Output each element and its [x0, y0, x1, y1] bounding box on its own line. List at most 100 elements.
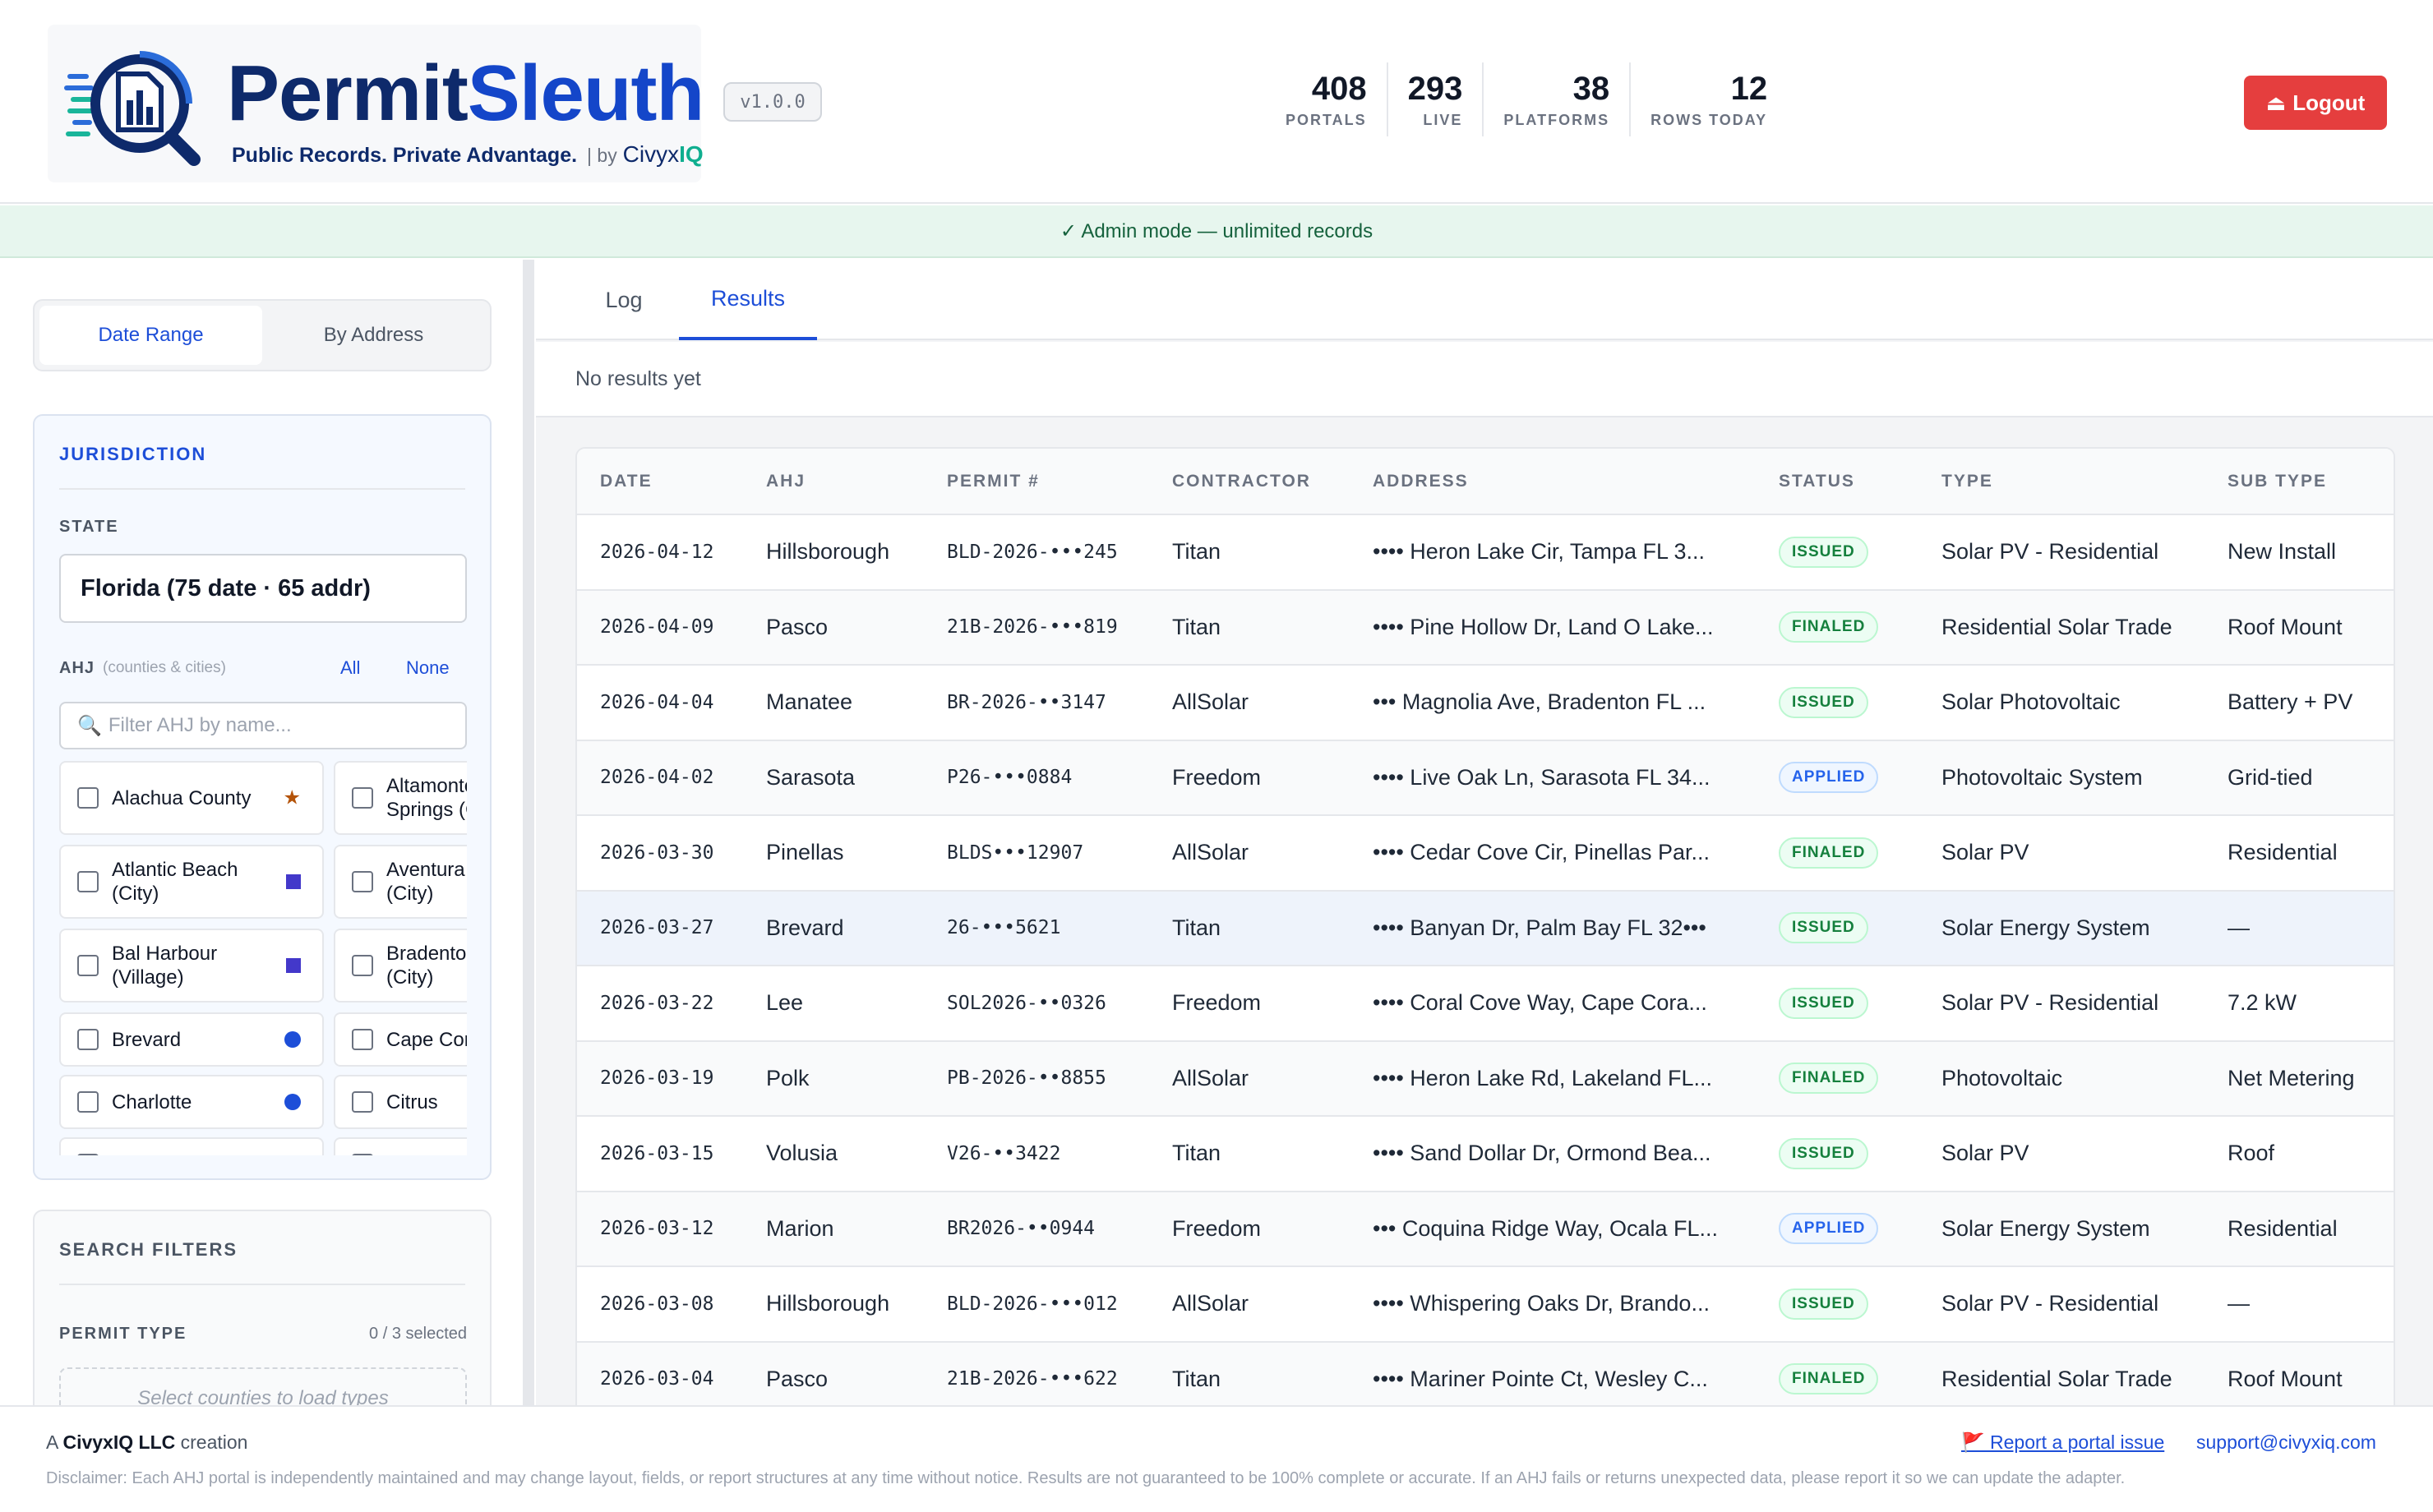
cell-status: FINALED [1756, 1040, 1918, 1117]
logout-button[interactable]: ⏏ Logout [2244, 76, 2387, 130]
col-type[interactable]: TYPE [1918, 449, 2204, 515]
tab-date-range[interactable]: Date Range [39, 306, 262, 365]
ahj-item-alachua-county[interactable]: Alachua County ★ [59, 761, 324, 835]
col-contractor[interactable]: CONTRACTOR [1149, 449, 1350, 515]
ahj-header: AHJ (counties & cities) All None [59, 656, 467, 680]
checkbox[interactable] [352, 787, 373, 809]
cell-date: 2026-04-02 [577, 740, 743, 816]
select-none-link[interactable]: None [406, 657, 450, 679]
cell-permit: V26-••3422 [924, 1116, 1149, 1192]
cell-address: •••• Live Oak Ln, Sarasota FL 34... [1350, 740, 1756, 816]
ahj-item-partial[interactable] [59, 1137, 324, 1155]
cell-date: 2026-04-12 [577, 514, 743, 591]
checkbox[interactable] [77, 1029, 99, 1050]
stat-label: PORTALS [1286, 111, 1367, 128]
footer-prefix: A [46, 1431, 58, 1453]
table-row[interactable]: 2026-04-09 Pasco 21B-2026-•••819 Titan •••• … [577, 589, 2394, 666]
col-subtype[interactable]: SUB TYPE [2204, 449, 2394, 515]
tab-results[interactable]: Results [679, 260, 817, 340]
search-filters-title: SEARCH FILTERS [59, 1239, 238, 1260]
checkbox[interactable] [77, 1091, 99, 1113]
table-row[interactable]: 2026-03-19 Polk PB-2026-••8855 AllSolar ••••… [577, 1040, 2394, 1117]
cell-permit: BLDS•••12907 [924, 815, 1149, 892]
report-issue-link[interactable]: 🚩 Report a portal issue [1961, 1431, 2164, 1454]
table-row[interactable]: 2026-03-08 Hillsborough BLD-2026-•••012 All… [577, 1266, 2394, 1343]
cell-date: 2026-03-12 [577, 1191, 743, 1267]
panel-splitter[interactable] [523, 260, 534, 1405]
tab-by-address[interactable]: By Address [262, 306, 485, 365]
ahj-name: Brevard [112, 1028, 182, 1051]
ahj-name: Bradenton (City) [386, 943, 467, 989]
ahj-item-partial[interactable] [334, 1137, 467, 1155]
ahj-item-bal-harbour[interactable]: Bal Harbour (Village) [59, 929, 324, 1003]
ahj-item-bradenton[interactable]: Bradenton (City) [334, 929, 467, 1003]
cell-permit: BLD-2026-•••245 [924, 514, 1149, 591]
table-row[interactable]: 2026-03-30 Pinellas BLDS•••12907 AllSolar ••… [577, 815, 2394, 892]
table-row[interactable]: 2026-04-04 Manatee BR-2026-••3147 AllSolar •… [577, 665, 2394, 741]
results-tabs: Log Results [536, 260, 2433, 340]
tab-log[interactable]: Log [577, 260, 671, 340]
state-select[interactable]: Florida (75 date · 65 addr) [59, 554, 467, 623]
checkbox[interactable] [352, 1091, 373, 1113]
brand-logo[interactable]: PermitSleuth Public Records. Private Adv… [48, 25, 704, 182]
col-date[interactable]: DATE [577, 449, 743, 515]
cell-ahj: Pasco [743, 589, 924, 666]
table-row[interactable]: 2026-03-22 Lee SOL2026-••0326 Freedom •••• C… [577, 966, 2394, 1042]
ahj-item-charlotte[interactable]: Charlotte [59, 1075, 324, 1129]
col-permit[interactable]: PERMIT # [924, 449, 1149, 515]
ahj-filter-input[interactable]: 🔍 Filter AHJ by name... [59, 702, 467, 749]
col-address[interactable]: ADDRESS [1350, 449, 1756, 515]
ahj-item-cape-coral[interactable]: Cape Coral (City) [334, 1012, 467, 1067]
divider [59, 488, 465, 490]
cell-status: ISSUED [1756, 966, 1918, 1042]
cell-status: FINALED [1756, 1341, 1918, 1405]
stat-label: ROWS TODAY [1650, 111, 1768, 128]
table-row[interactable]: 2026-03-15 Volusia V26-••3422 Titan •••• San… [577, 1116, 2394, 1192]
checkbox[interactable] [77, 1154, 99, 1155]
stat-value: 293 [1407, 70, 1463, 107]
cell-status: ISSUED [1756, 1116, 1918, 1192]
cell-ahj: Volusia [743, 1116, 924, 1192]
ahj-list[interactable]: Alachua County ★ Altamonte Springs (City… [59, 761, 467, 1155]
table-row[interactable]: 2026-03-04 Pasco 21B-2026-•••622 Titan •••• … [577, 1341, 2394, 1405]
cell-ahj: Sarasota [743, 740, 924, 816]
support-email-link[interactable]: support@civyxiq.com [2196, 1431, 2376, 1454]
search-filters-card: SEARCH FILTERS PERMIT TYPE 0 / 3 selecte… [33, 1210, 492, 1405]
cell-address: •••• Heron Lake Rd, Lakeland FL... [1350, 1040, 1756, 1117]
checkbox[interactable] [352, 955, 373, 976]
table-row[interactable]: 2026-03-27 Brevard 26-•••5621 Titan •••• Ban… [577, 890, 2394, 966]
col-ahj[interactable]: AHJ [743, 449, 924, 515]
ahj-item-brevard[interactable]: Brevard [59, 1012, 324, 1067]
table-row[interactable]: 2026-03-12 Marion BR2026-••0944 Freedom ••• … [577, 1191, 2394, 1267]
ahj-sublabel: (counties & cities) [103, 659, 226, 676]
app-header: PermitSleuth Public Records. Private Adv… [0, 0, 2433, 204]
cell-address: •••• Sand Dollar Dr, Ormond Bea... [1350, 1116, 1756, 1192]
cell-status: ISSUED [1756, 665, 1918, 741]
cell-contractor: Freedom [1149, 1191, 1350, 1267]
cell-type: Solar PV - Residential [1918, 966, 2204, 1042]
ahj-item-aventura[interactable]: Aventura (City) [334, 845, 467, 919]
table-row[interactable]: 2026-04-02 Sarasota P26-•••0884 Freedom ••••… [577, 740, 2394, 816]
checkbox[interactable] [77, 955, 99, 976]
cell-permit: BR-2026-••3147 [924, 665, 1149, 741]
select-all-link[interactable]: All [340, 657, 360, 679]
cell-ahj: Hillsborough [743, 514, 924, 591]
ahj-item-altamonte-springs[interactable]: Altamonte Springs (City) [334, 761, 467, 835]
cell-permit: BR2026-••0944 [924, 1191, 1149, 1267]
checkbox[interactable] [352, 871, 373, 892]
ahj-item-atlantic-beach[interactable]: Atlantic Beach (City) [59, 845, 324, 919]
checkbox[interactable] [77, 787, 99, 809]
state-label: STATE [59, 518, 119, 536]
checkbox[interactable] [77, 871, 99, 892]
cell-ahj: Pinellas [743, 815, 924, 892]
left-sidebar: Date Range By Address JURISDICTION STATE… [0, 260, 526, 1405]
checkbox[interactable] [352, 1029, 373, 1050]
ahj-item-citrus[interactable]: Citrus [334, 1075, 467, 1129]
checkbox[interactable] [352, 1154, 373, 1155]
table-row[interactable]: 2026-04-12 Hillsborough BLD-2026-•••245 Tit… [577, 514, 2394, 591]
stat-label: LIVE [1423, 111, 1463, 128]
col-status[interactable]: STATUS [1756, 449, 1918, 515]
cell-subtype: — [2204, 890, 2394, 966]
cell-address: •••• Cedar Cove Cir, Pinellas Par... [1350, 815, 1756, 892]
cell-address: •••• Pine Hollow Dr, Land O Lake... [1350, 589, 1756, 666]
